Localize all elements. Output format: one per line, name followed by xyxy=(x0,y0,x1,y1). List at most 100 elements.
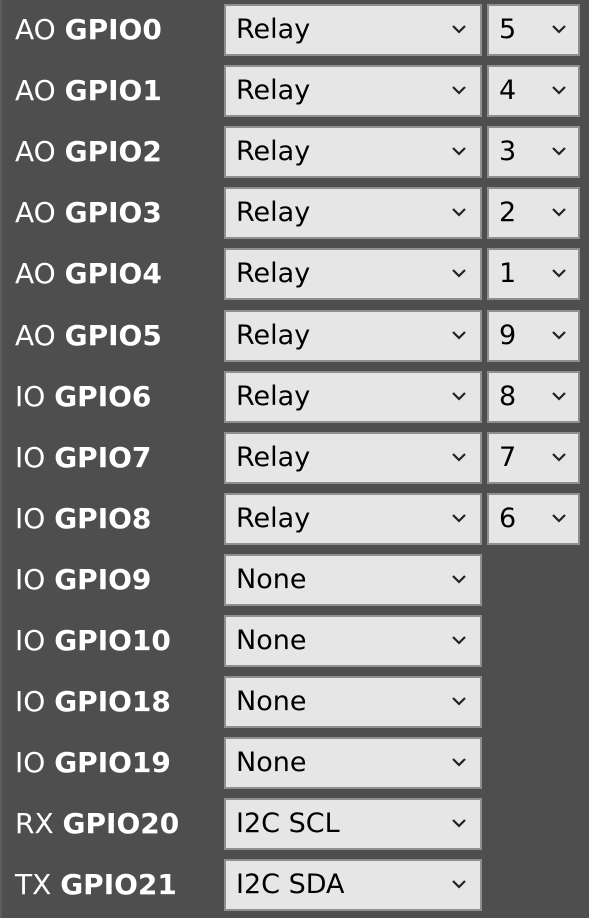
pin-row-gpio3: AO GPIO3 Relay 2 xyxy=(2,183,589,244)
pin-role-select[interactable]: I2C SCL xyxy=(224,798,482,850)
pin-channel-value: 3 xyxy=(499,136,517,167)
pin-gpio-name: GPIO4 xyxy=(64,257,162,290)
pin-gpio-name: GPIO7 xyxy=(54,441,152,474)
pin-role-select[interactable]: Relay xyxy=(224,493,482,545)
pin-label: IO GPIO10 xyxy=(15,623,171,659)
pin-channel-select[interactable]: 5 xyxy=(487,4,580,56)
pin-channel-select[interactable]: 2 xyxy=(487,187,580,239)
pin-label: RX GPIO20 xyxy=(15,806,179,842)
pin-label: IO GPIO9 xyxy=(15,562,151,598)
pin-mode-prefix: AO xyxy=(15,135,56,168)
pin-role-value: Relay xyxy=(236,503,311,534)
pin-row-gpio4: AO GPIO4 Relay 1 xyxy=(2,244,589,305)
pin-gpio-name: GPIO3 xyxy=(64,196,162,229)
pin-role-select[interactable]: Relay xyxy=(224,310,482,362)
chevron-down-icon xyxy=(450,326,468,344)
pin-mode-prefix: IO xyxy=(15,441,46,474)
chevron-down-icon xyxy=(450,875,468,893)
chevron-down-icon xyxy=(450,570,468,588)
pin-row-gpio5: AO GPIO5 Relay 9 xyxy=(2,306,589,367)
pin-role-value: Relay xyxy=(236,14,311,45)
pin-role-value: Relay xyxy=(236,442,311,473)
pin-role-value: Relay xyxy=(236,320,311,351)
pin-role-select[interactable]: None xyxy=(224,615,482,667)
pin-label: AO GPIO2 xyxy=(15,134,162,170)
pin-role-select[interactable]: Relay xyxy=(224,248,482,300)
pin-gpio-name: GPIO2 xyxy=(64,135,162,168)
pin-channel-select[interactable]: 3 xyxy=(487,126,580,178)
pin-gpio-name: GPIO21 xyxy=(60,868,177,901)
pin-gpio-name: GPIO10 xyxy=(54,624,171,657)
pin-row-gpio7: IO GPIO7 Relay 7 xyxy=(2,428,589,489)
pin-label: IO GPIO8 xyxy=(15,501,151,537)
pin-role-value: None xyxy=(236,564,307,595)
pin-role-select[interactable]: None xyxy=(224,554,482,606)
pin-row-gpio2: AO GPIO2 Relay 3 xyxy=(2,122,589,183)
chevron-down-icon xyxy=(550,81,568,99)
pin-channel-value: 9 xyxy=(499,320,517,351)
pin-role-value: None xyxy=(236,686,307,717)
pin-mode-prefix: AO xyxy=(15,319,56,352)
chevron-down-icon xyxy=(450,203,468,221)
pin-mode-prefix: IO xyxy=(15,624,46,657)
pin-row-gpio1: AO GPIO1 Relay 4 xyxy=(2,61,589,122)
pin-channel-select[interactable]: 9 xyxy=(487,310,580,362)
chevron-down-icon xyxy=(450,264,468,282)
gpio-config-panel: AO GPIO0 Relay 5 AO GPIO1 Relay 4 AO GPIO2 Rela… xyxy=(0,0,589,918)
chevron-down-icon xyxy=(450,631,468,649)
pin-label: IO GPIO18 xyxy=(15,684,171,720)
pin-label: IO GPIO19 xyxy=(15,745,171,781)
pin-row-gpio10: IO GPIO10 None xyxy=(2,611,589,672)
pin-role-select[interactable]: Relay xyxy=(224,65,482,117)
pin-gpio-name: GPIO18 xyxy=(54,685,171,718)
pin-channel-select[interactable]: 4 xyxy=(487,65,580,117)
pin-row-gpio19: IO GPIO19 None xyxy=(2,733,589,794)
pin-mode-prefix: AO xyxy=(15,13,56,46)
pin-channel-select[interactable]: 8 xyxy=(487,371,580,423)
pin-label: AO GPIO5 xyxy=(15,318,162,354)
pin-row-gpio9: IO GPIO9 None xyxy=(2,550,589,611)
pin-role-value: Relay xyxy=(236,197,311,228)
pin-label: AO GPIO0 xyxy=(15,12,162,48)
pin-channel-value: 2 xyxy=(499,197,517,228)
pin-channel-value: 7 xyxy=(499,442,517,473)
pin-role-select[interactable]: None xyxy=(224,676,482,728)
pin-role-select[interactable]: I2C SDA xyxy=(224,859,482,911)
chevron-down-icon xyxy=(550,264,568,282)
pin-mode-prefix: RX xyxy=(15,807,54,840)
chevron-down-icon xyxy=(450,753,468,771)
chevron-down-icon xyxy=(550,142,568,160)
pin-mode-prefix: AO xyxy=(15,74,56,107)
pin-mode-prefix: TX xyxy=(15,868,52,901)
pin-role-select[interactable]: Relay xyxy=(224,432,482,484)
pin-role-value: None xyxy=(236,747,307,778)
pin-gpio-name: GPIO0 xyxy=(64,13,162,46)
pin-role-value: I2C SCL xyxy=(236,808,340,839)
pin-channel-select[interactable]: 6 xyxy=(487,493,580,545)
pin-label: IO GPIO6 xyxy=(15,379,151,415)
pin-role-value: Relay xyxy=(236,258,311,289)
pin-role-select[interactable]: None xyxy=(224,737,482,789)
pin-row-gpio18: IO GPIO18 None xyxy=(2,672,589,733)
pin-label: AO GPIO3 xyxy=(15,195,162,231)
pin-role-value: I2C SDA xyxy=(236,869,345,900)
chevron-down-icon xyxy=(450,814,468,832)
pin-gpio-name: GPIO19 xyxy=(54,746,171,779)
pin-gpio-name: GPIO9 xyxy=(54,563,152,596)
pin-channel-select[interactable]: 7 xyxy=(487,432,580,484)
pin-role-select[interactable]: Relay xyxy=(224,187,482,239)
chevron-down-icon xyxy=(450,387,468,405)
chevron-down-icon xyxy=(550,387,568,405)
pin-label: TX GPIO21 xyxy=(15,867,177,903)
pin-role-select[interactable]: Relay xyxy=(224,126,482,178)
chevron-down-icon xyxy=(450,81,468,99)
pin-mode-prefix: IO xyxy=(15,502,46,535)
pin-label: AO GPIO1 xyxy=(15,73,162,109)
chevron-down-icon xyxy=(550,509,568,527)
pin-role-select[interactable]: Relay xyxy=(224,4,482,56)
pin-role-select[interactable]: Relay xyxy=(224,371,482,423)
pin-channel-select[interactable]: 1 xyxy=(487,248,580,300)
pin-mode-prefix: IO xyxy=(15,746,46,779)
pin-gpio-name: GPIO6 xyxy=(54,380,152,413)
pin-channel-value: 6 xyxy=(499,503,517,534)
